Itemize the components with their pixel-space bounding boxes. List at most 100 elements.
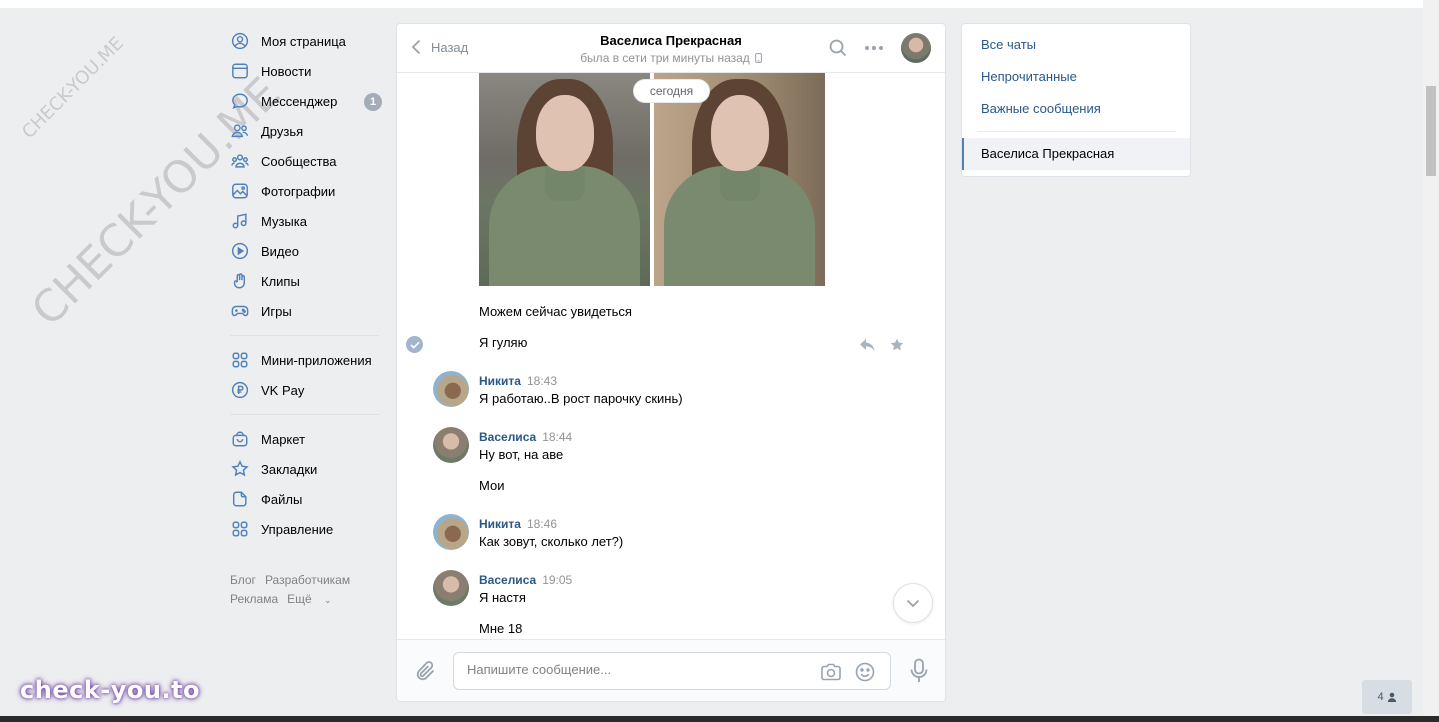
photo-attachment[interactable] xyxy=(654,73,825,286)
message-header: Васелиса 19:05 xyxy=(479,573,572,587)
message-history: сегодня Можем сейчас увидеться Я гуляю Н… xyxy=(397,73,945,640)
files-icon xyxy=(230,489,250,509)
nav-item-clips[interactable]: Клипы xyxy=(230,266,385,296)
top-bar xyxy=(0,0,1423,8)
photos-icon xyxy=(230,181,250,201)
brand-watermark: check-you.to xyxy=(20,676,201,704)
panel-divider xyxy=(977,131,1176,132)
photo-attachments xyxy=(479,73,825,286)
avatar[interactable] xyxy=(433,570,469,606)
filter-all-chats[interactable]: Все чаты xyxy=(962,29,1190,61)
message-author[interactable]: Никита xyxy=(479,517,521,531)
message-input[interactable] xyxy=(467,662,807,677)
checkmark-icon[interactable] xyxy=(406,336,423,353)
nav-item-my-page[interactable]: Моя страница xyxy=(230,26,385,56)
microphone-icon[interactable] xyxy=(909,658,929,684)
filter-unread[interactable]: Непрочитанные xyxy=(962,61,1190,93)
star-icon[interactable] xyxy=(889,337,905,353)
footer-dev-link[interactable]: Разработчикам xyxy=(265,573,350,587)
bookmark-icon xyxy=(230,459,250,479)
nav-item-friends[interactable]: Друзья xyxy=(230,116,385,146)
footer-blog-link[interactable]: Блог xyxy=(230,573,256,587)
camera-icon[interactable] xyxy=(820,661,842,683)
peer-avatar[interactable] xyxy=(901,33,931,63)
open-chat-tab[interactable]: Васелиса Прекрасная xyxy=(962,138,1190,170)
nav-item-vk-pay[interactable]: VK Pay xyxy=(230,375,385,405)
footer-more-link[interactable]: Ещё ⌄ xyxy=(287,592,340,606)
nav-label: Моя страница xyxy=(261,33,346,49)
nav-item-messenger[interactable]: Мессенджер 1 xyxy=(230,86,385,116)
search-icon[interactable] xyxy=(827,37,849,59)
input-actions xyxy=(820,661,876,683)
nav-item-video[interactable]: Видео xyxy=(230,236,385,266)
peer-status-text: была в сети три минуты назад xyxy=(580,51,750,65)
nav-label: Маркет xyxy=(261,431,306,447)
avatar[interactable] xyxy=(433,427,469,463)
user-circle-icon xyxy=(230,31,250,51)
communities-icon xyxy=(230,151,250,171)
message-text: Мне 18 xyxy=(479,621,523,636)
avatar[interactable] xyxy=(433,371,469,407)
nav-label: Сообщества xyxy=(261,153,337,169)
chat-panel: Назад Васелиса Прекрасная была в сети тр… xyxy=(396,23,946,702)
nav-item-news[interactable]: Новости xyxy=(230,56,385,86)
os-taskbar xyxy=(0,716,1439,722)
nav-label: VK Pay xyxy=(261,382,305,398)
nav-label: Видео xyxy=(261,243,299,259)
nav-divider xyxy=(230,335,379,336)
video-icon xyxy=(230,241,250,261)
message-time: 18:44 xyxy=(542,430,573,444)
nav-item-music[interactable]: Музыка xyxy=(230,206,385,236)
nav-item-communities[interactable]: Сообщества xyxy=(230,146,385,176)
mobile-icon xyxy=(754,53,762,63)
paperclip-icon[interactable] xyxy=(415,659,437,683)
emoji-icon[interactable] xyxy=(854,661,876,683)
message-input-wrapper xyxy=(453,652,891,690)
nav-item-files[interactable]: Файлы xyxy=(230,484,385,514)
message-composer xyxy=(397,639,945,701)
nav-item-photos[interactable]: Фотографии xyxy=(230,176,385,206)
nav-label: Мини-приложения xyxy=(261,352,372,368)
nav-item-bookmarks[interactable]: Закладки xyxy=(230,454,385,484)
manage-icon xyxy=(230,519,250,539)
photo-attachment[interactable] xyxy=(479,73,650,286)
more-icon[interactable] xyxy=(863,37,885,59)
message-text: Я настя xyxy=(479,590,526,605)
nav-label: Управление xyxy=(261,521,334,537)
message-text: Как зовут, сколько лет?) xyxy=(479,534,624,549)
message-actions xyxy=(859,337,905,353)
nav-label: Друзья xyxy=(261,123,304,139)
peer-status: была в сети три минуты назад xyxy=(580,51,762,65)
message-author[interactable]: Никита xyxy=(479,374,521,388)
message-time: 18:43 xyxy=(526,374,558,388)
nav-label: Закладки xyxy=(261,461,318,477)
message-author[interactable]: Васелиса xyxy=(479,430,536,444)
scrollbar-thumb[interactable] xyxy=(1426,86,1436,176)
chat-header: Назад Васелиса Прекрасная была в сети тр… xyxy=(397,24,945,73)
online-friends-button[interactable]: 4 xyxy=(1362,680,1412,714)
reply-icon[interactable] xyxy=(859,337,875,353)
chevron-down-icon xyxy=(906,599,920,607)
scroll-down-button[interactable] xyxy=(893,583,933,623)
photo-face-shape xyxy=(710,95,769,171)
online-count: 4 xyxy=(1377,691,1384,703)
filter-important[interactable]: Важные сообщения xyxy=(962,93,1190,125)
message-header: Васелиса 18:44 xyxy=(479,430,572,444)
message-author[interactable]: Васелиса xyxy=(479,573,536,587)
games-icon xyxy=(230,301,250,321)
page-scrollbar[interactable] xyxy=(1423,0,1439,716)
friends-icon xyxy=(230,121,250,141)
nav-item-games[interactable]: Игры xyxy=(230,296,385,326)
chat-filters-panel: Все чаты Непрочитанные Важные сообщения … xyxy=(961,23,1191,177)
left-navigation: Моя страница Новости Мессенджер 1 Друзья… xyxy=(230,26,385,610)
footer-ads-link[interactable]: Реклама xyxy=(230,592,278,606)
nav-item-market[interactable]: Маркет xyxy=(230,424,385,454)
nav-footer: Блог Разработчикам Реклама Ещё ⌄ xyxy=(230,571,385,610)
nav-label: Новости xyxy=(261,63,312,79)
nav-label: Музыка xyxy=(261,213,307,229)
nav-item-mini-apps[interactable]: Мини-приложения xyxy=(230,345,385,375)
nav-label: Файлы xyxy=(261,491,303,507)
nav-item-manage[interactable]: Управление xyxy=(230,514,385,544)
avatar[interactable] xyxy=(433,514,469,550)
person-icon xyxy=(1387,692,1396,702)
